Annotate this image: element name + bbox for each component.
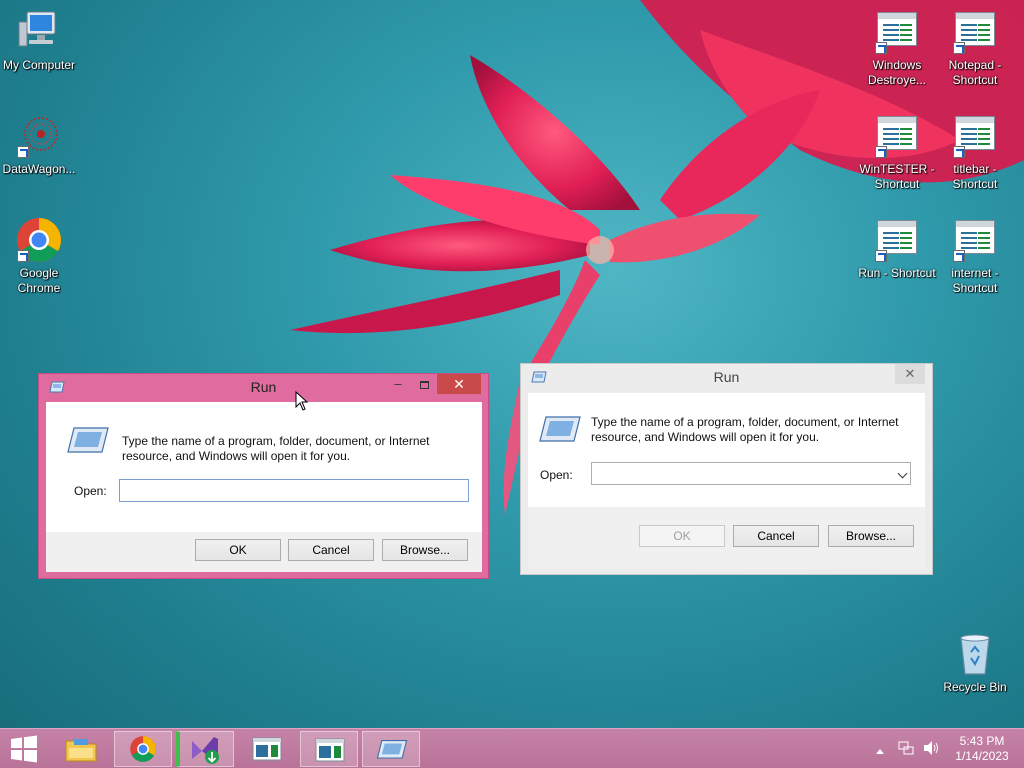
app-window-icon (951, 216, 999, 264)
window-title: Run (713, 369, 740, 385)
clock-time: 5:43 PM (959, 734, 1005, 748)
volume-tray-icon[interactable] (922, 740, 940, 759)
shortcut-arrow-icon (875, 146, 887, 158)
computer-icon (15, 8, 63, 56)
desktop-icon-label: WinTESTER - Shortcut (859, 162, 935, 191)
desktop-icon-label: titlebar - Shortcut (952, 162, 998, 191)
dialog-top-panel (46, 402, 482, 532)
taskbar-clock[interactable]: 5:43 PM 1/14/2023 (950, 734, 1014, 764)
dialog-top-panel (528, 393, 925, 507)
desktop-icon-notepad-shortcut[interactable]: Notepad - Shortcut (936, 8, 1014, 88)
run-dialog-inactive: Run ✕ Type the name of a program, folder… (520, 363, 933, 575)
dialog-prompt: Type the name of a program, folder, docu… (122, 434, 430, 463)
dialog-client-area: Type the name of a program, folder, docu… (528, 393, 925, 569)
network-icon (898, 741, 914, 755)
chrome-icon (15, 216, 63, 264)
close-icon: ✕ (904, 366, 916, 381)
visual-studio-icon (192, 737, 219, 764)
datawagon-icon (15, 112, 63, 160)
close-button[interactable]: ✕ (437, 374, 481, 394)
taskbar-app-window-1[interactable] (238, 731, 296, 767)
speaker-icon (924, 741, 938, 755)
run-graphic-icon (538, 415, 582, 445)
desktop-icon-label: Windows Destroye... (867, 58, 927, 87)
open-label: Open: (540, 468, 573, 482)
taskbar-app-window-2[interactable] (300, 731, 358, 767)
taskbar-run-dialog[interactable] (362, 731, 420, 767)
desktop-icon-my-computer[interactable]: My Computer (0, 8, 78, 73)
app-window-icon (873, 112, 921, 160)
show-hidden-icons-button[interactable] (876, 743, 884, 757)
ok-button[interactable]: OK (195, 539, 281, 561)
folder-icon (65, 739, 97, 762)
shortcut-arrow-icon (953, 250, 965, 262)
shortcut-arrow-icon (17, 250, 29, 262)
app-window-icon (315, 738, 345, 762)
maximize-icon (419, 380, 429, 389)
desktop-icon-internet-shortcut[interactable]: internet - Shortcut (936, 216, 1014, 296)
taskbar-file-explorer[interactable] (52, 731, 110, 767)
shortcut-arrow-icon (953, 146, 965, 158)
desktop-icon-label: My Computer (2, 58, 76, 72)
shortcut-arrow-icon (953, 42, 965, 54)
desktop-icon-label: Run - Shortcut (858, 266, 936, 280)
cancel-button[interactable]: Cancel (733, 525, 819, 547)
shortcut-arrow-icon (17, 146, 29, 158)
run-dialog-active: Run – ✕ Type the name of a program, fold… (38, 373, 489, 579)
taskbar: 5:43 PM 1/14/2023 (0, 728, 1024, 768)
run-graphic-icon (66, 426, 110, 456)
desktop-icon-google-chrome[interactable]: Google Chrome (0, 216, 78, 296)
clock-date: 1/14/2023 (955, 749, 1009, 763)
app-window-icon (873, 216, 921, 264)
desktop-icon-wintester-shortcut[interactable]: WinTESTER - Shortcut (858, 112, 936, 192)
shortcut-arrow-icon (875, 250, 887, 262)
chevron-up-icon (876, 749, 884, 754)
run-icon (376, 740, 408, 759)
desktop-icon-run-shortcut[interactable]: Run - Shortcut (858, 216, 936, 281)
desktop-icon-label: Notepad - Shortcut (948, 58, 1002, 87)
minimize-button[interactable]: – (387, 374, 409, 394)
recycle-bin-icon (951, 630, 999, 678)
taskbar-visual-studio[interactable] (176, 731, 234, 767)
network-tray-icon[interactable] (898, 740, 914, 759)
app-window-icon (873, 8, 921, 56)
desktop-icon-label: Google Chrome (17, 266, 61, 295)
chevron-down-icon[interactable] (897, 468, 908, 479)
open-combobox[interactable] (591, 462, 911, 485)
windows-logo-icon (11, 735, 37, 763)
open-label: Open: (74, 484, 107, 498)
dialog-prompt: Type the name of a program, folder, docu… (591, 415, 899, 444)
cancel-button[interactable]: Cancel (288, 539, 374, 561)
mouse-cursor-icon (295, 391, 309, 411)
desktop-icon-label: Recycle Bin (943, 680, 1007, 694)
ok-button[interactable]: OK (639, 525, 725, 547)
open-input[interactable] (119, 479, 469, 502)
shortcut-arrow-icon (875, 42, 887, 54)
dialog-client-area: Type the name of a program, folder, docu… (46, 402, 482, 572)
chrome-icon (130, 736, 156, 762)
desktop-icon-label: DataWagon... (2, 162, 76, 176)
close-button[interactable]: ✕ (895, 364, 925, 384)
close-icon: ✕ (453, 376, 465, 392)
desktop-icon-recycle-bin[interactable]: Recycle Bin (936, 630, 1014, 695)
maximize-button[interactable] (413, 374, 435, 394)
desktop-icon-titlebar-shortcut[interactable]: titlebar - Shortcut (936, 112, 1014, 192)
desktop-icon-datawagon[interactable]: DataWagon... (0, 112, 78, 177)
app-window-icon (252, 737, 282, 761)
desktop-icon-windows-destroyer[interactable]: Windows Destroye... (858, 8, 936, 88)
start-button[interactable] (0, 731, 48, 767)
desktop-icon-label: internet - Shortcut (951, 266, 999, 295)
browse-button[interactable]: Browse... (828, 525, 914, 547)
app-window-icon (951, 8, 999, 56)
browse-button[interactable]: Browse... (382, 539, 468, 561)
taskbar-google-chrome[interactable] (114, 731, 172, 767)
app-window-icon (951, 112, 999, 160)
